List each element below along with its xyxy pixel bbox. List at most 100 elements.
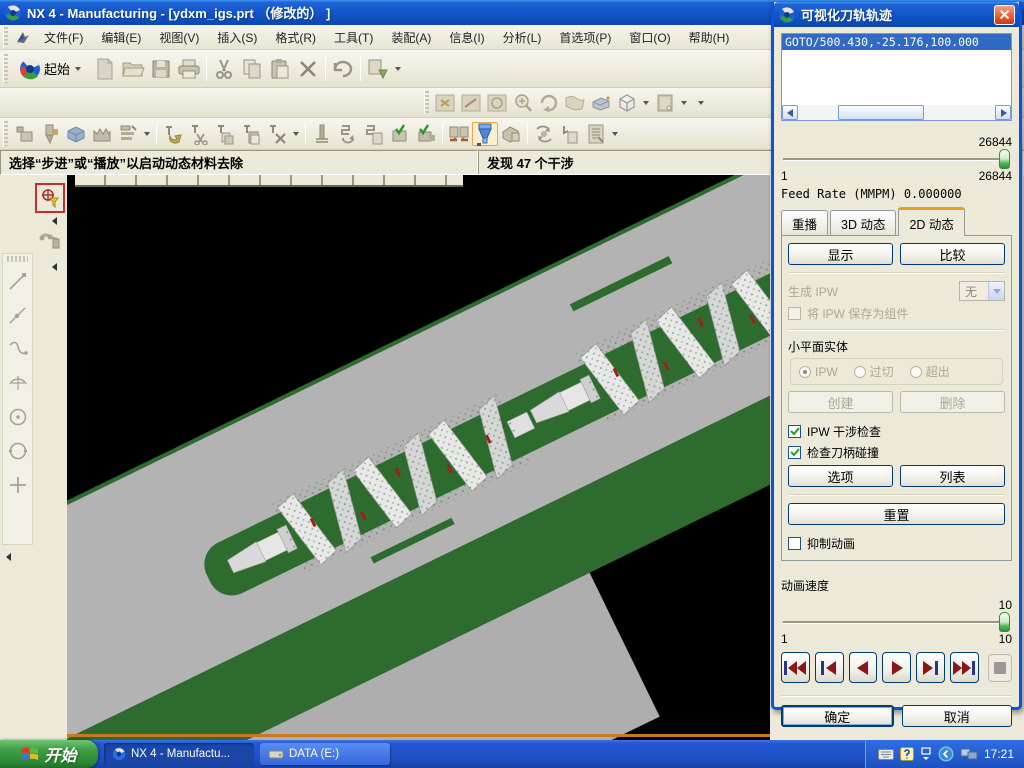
delete-icon[interactable] bbox=[294, 55, 322, 83]
close-icon[interactable] bbox=[994, 5, 1015, 25]
create-method-icon[interactable] bbox=[89, 122, 115, 146]
collapse-arrow-icon[interactable] bbox=[52, 263, 57, 271]
hide-icons-chevron-icon[interactable] bbox=[938, 746, 954, 762]
create-tool-icon[interactable] bbox=[37, 122, 63, 146]
toolbar-overflow-icon[interactable] bbox=[698, 101, 704, 105]
keyboard-tray-icon[interactable] bbox=[878, 749, 894, 760]
spline-icon[interactable] bbox=[4, 332, 31, 366]
ok-button[interactable]: 确定 bbox=[781, 705, 894, 727]
reset-button[interactable]: 重置 bbox=[788, 503, 1005, 525]
line-point-icon[interactable] bbox=[4, 298, 31, 332]
paste-icon[interactable] bbox=[266, 55, 294, 83]
dialog-titlebar[interactable]: 可视化刀轨轨迹 bbox=[774, 2, 1019, 27]
menu-analysis[interactable]: 分析(L) bbox=[494, 26, 551, 49]
shaded-view-icon[interactable] bbox=[588, 91, 614, 115]
menu-insert[interactable]: 插入(S) bbox=[208, 26, 266, 49]
generate-ipw-dropdown[interactable]: 无 bbox=[959, 281, 1005, 301]
show-button[interactable]: 显示 bbox=[788, 243, 893, 265]
menu-tools[interactable]: 工具(T) bbox=[325, 26, 382, 49]
generate-toolpath-icon[interactable] bbox=[309, 122, 335, 146]
delete-button[interactable]: 删除 bbox=[900, 391, 1005, 413]
toolpath-listbox[interactable]: GOTO/500.430,-25.176,100.000 bbox=[781, 33, 1012, 121]
menu-file[interactable]: 文件(F) bbox=[35, 26, 92, 49]
verify-ok-icon[interactable] bbox=[387, 122, 413, 146]
toolbar-grip[interactable] bbox=[3, 121, 8, 146]
toolpath-report-icon[interactable] bbox=[446, 122, 472, 146]
create-geometry-icon[interactable] bbox=[63, 122, 89, 146]
suppress-animation-checkbox[interactable] bbox=[788, 537, 801, 550]
save-icon[interactable] bbox=[147, 55, 175, 83]
menu-format[interactable]: 格式(R) bbox=[266, 26, 325, 49]
output-doc-icon[interactable] bbox=[583, 122, 609, 146]
tab-3d-dynamic[interactable]: 3D 动态 bbox=[830, 210, 896, 235]
compare-button[interactable]: 比较 bbox=[900, 243, 1005, 265]
cancel-button[interactable]: 取消 bbox=[902, 705, 1013, 727]
view-cube-icon[interactable] bbox=[614, 91, 640, 115]
undo-icon[interactable] bbox=[329, 55, 357, 83]
open-file-icon[interactable] bbox=[119, 55, 147, 83]
new-file-icon[interactable] bbox=[91, 55, 119, 83]
toolbar-grip[interactable] bbox=[424, 91, 429, 114]
start-menu-button[interactable]: 起始 bbox=[11, 54, 91, 84]
step-backward-button[interactable] bbox=[815, 652, 844, 683]
create-button[interactable]: 创建 bbox=[788, 391, 893, 413]
circle-center-icon[interactable] bbox=[4, 400, 31, 434]
help-tray-icon[interactable] bbox=[900, 747, 914, 761]
tab-2d-dynamic[interactable]: 2D 动态 bbox=[898, 207, 964, 235]
verify-toolpath-icon[interactable] bbox=[472, 122, 498, 146]
cut-icon[interactable] bbox=[210, 55, 238, 83]
pan-sheet-icon[interactable] bbox=[562, 91, 588, 115]
menu-view[interactable]: 视图(V) bbox=[150, 26, 208, 49]
slider-track[interactable] bbox=[783, 621, 1010, 624]
slider-track[interactable] bbox=[783, 158, 1010, 161]
create-program-icon[interactable] bbox=[11, 122, 37, 146]
list-output-icon[interactable] bbox=[361, 122, 387, 146]
zoom-in-out-icon[interactable] bbox=[510, 91, 536, 115]
start-button[interactable]: 开始 bbox=[0, 740, 98, 768]
go-to-start-button[interactable] bbox=[781, 652, 810, 683]
arc-icon[interactable] bbox=[4, 366, 31, 400]
play-forward-button[interactable] bbox=[882, 652, 911, 683]
options-button[interactable]: 选项 bbox=[788, 465, 893, 487]
robot-arm-icon[interactable] bbox=[35, 227, 65, 257]
copy-icon[interactable] bbox=[238, 55, 266, 83]
ipw-interference-checkbox[interactable] bbox=[788, 425, 801, 438]
fit-view-icon[interactable] bbox=[432, 91, 458, 115]
tab-replay[interactable]: 重播 bbox=[781, 210, 828, 235]
selection-filter-icon[interactable] bbox=[35, 183, 65, 213]
menubar-grip[interactable] bbox=[3, 27, 8, 46]
scroll-left-icon[interactable] bbox=[782, 105, 798, 120]
export-icon[interactable] bbox=[364, 55, 392, 83]
create-operation-icon[interactable] bbox=[115, 122, 141, 146]
menu-window[interactable]: 窗口(O) bbox=[620, 26, 679, 49]
print-icon[interactable] bbox=[175, 55, 203, 83]
network-tray-icon[interactable] bbox=[960, 747, 978, 761]
radio-excess[interactable] bbox=[910, 366, 922, 378]
zoom-box-icon[interactable] bbox=[458, 91, 484, 115]
menu-information[interactable]: 信息(I) bbox=[440, 26, 493, 49]
go-to-end-button[interactable] bbox=[950, 652, 979, 683]
toolbar-grip[interactable] bbox=[7, 256, 28, 262]
taskbar-task-data-drive[interactable]: DATA (E:) bbox=[260, 743, 390, 765]
replay-toolpath-icon[interactable] bbox=[335, 122, 361, 146]
rotate-view-icon[interactable] bbox=[536, 91, 562, 115]
post-process-icon[interactable] bbox=[498, 122, 524, 146]
menu-assemblies[interactable]: 装配(A) bbox=[382, 26, 440, 49]
cut-object-icon[interactable] bbox=[186, 122, 212, 146]
output-list-icon[interactable] bbox=[557, 122, 583, 146]
menu-help[interactable]: 帮助(H) bbox=[680, 26, 739, 49]
window-tray-icon[interactable] bbox=[920, 747, 932, 761]
step-forward-button[interactable] bbox=[916, 652, 945, 683]
edit-object-icon[interactable] bbox=[160, 122, 186, 146]
paste-object-icon[interactable] bbox=[238, 122, 264, 146]
horizontal-scrollbar[interactable] bbox=[782, 105, 1011, 120]
sync-output-icon[interactable] bbox=[531, 122, 557, 146]
delete-object-icon[interactable] bbox=[264, 122, 290, 146]
list-button[interactable]: 列表 bbox=[900, 465, 1005, 487]
play-backward-button[interactable] bbox=[849, 652, 878, 683]
animation-speed-slider[interactable] bbox=[781, 612, 1012, 632]
zoom-circle-icon[interactable] bbox=[484, 91, 510, 115]
scrollbar-thumb[interactable] bbox=[838, 105, 924, 120]
taskbar-task-nx[interactable]: NX 4 - Manufactu... bbox=[104, 743, 254, 765]
collapse-arrow-icon[interactable] bbox=[6, 553, 11, 561]
